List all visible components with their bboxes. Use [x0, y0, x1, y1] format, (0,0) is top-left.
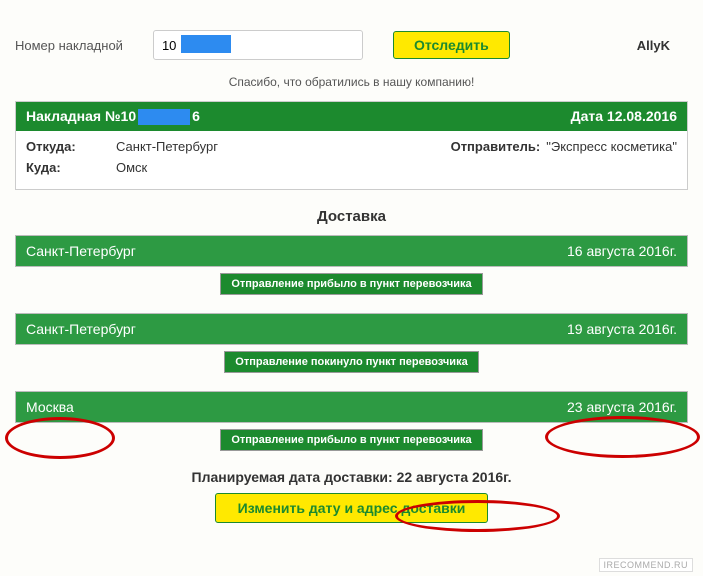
search-bar: Номер накладной Отследить: [15, 30, 688, 60]
user-watermark: AllyK: [637, 38, 670, 53]
delivery-section-title: Доставка: [15, 208, 688, 225]
track-date: 16 августа 2016г.: [567, 243, 677, 259]
track-city: Москва: [26, 399, 74, 415]
track-date: 19 августа 2016г.: [567, 321, 677, 337]
sender-value: "Экспресс косметика": [546, 139, 677, 154]
invoice-body: Откуда: Санкт-Петербург Отправитель: "Эк…: [16, 131, 687, 189]
search-label: Номер накладной: [15, 38, 123, 53]
status-badge: Отправление покинуло пункт перевозчика: [224, 351, 478, 373]
invoice-number-suffix: 6: [192, 108, 200, 124]
to-label: Куда:: [26, 160, 116, 175]
invoice-header: Накладная №10 6 Дата 12.08.2016: [16, 102, 687, 131]
invoice-date: Дата 12.08.2016: [571, 108, 677, 125]
track-event-bar: Санкт-Петербург 19 августа 2016г.: [15, 313, 688, 345]
track-status-row: Отправление прибыло в пункт перевозчика: [15, 429, 688, 451]
from-value: Санкт-Петербург: [116, 139, 451, 154]
track-city: Санкт-Петербург: [26, 321, 136, 337]
invoice-box: Накладная №10 6 Дата 12.08.2016 Откуда: С…: [15, 101, 688, 190]
status-badge: Отправление прибыло в пункт перевозчика: [220, 429, 482, 451]
invoice-number-prefix: Накладная №10: [26, 108, 136, 124]
sender-label: Отправитель:: [451, 139, 541, 154]
track-event-bar: Санкт-Петербург 16 августа 2016г.: [15, 235, 688, 267]
track-button[interactable]: Отследить: [393, 31, 510, 59]
thankyou-message: Спасибо, что обратились в нашу компанию!: [15, 75, 688, 89]
track-city: Санкт-Петербург: [26, 243, 136, 259]
track-status-row: Отправление покинуло пункт перевозчика: [15, 351, 688, 373]
track-status-row: Отправление прибыло в пункт перевозчика: [15, 273, 688, 295]
redaction-box: [138, 109, 190, 125]
change-delivery-button[interactable]: Изменить дату и адрес доставки: [215, 493, 489, 523]
planned-label: Планируемая дата доставки:: [192, 469, 393, 485]
to-value: Омск: [116, 160, 677, 175]
planned-value: 22 августа 2016г.: [393, 469, 512, 485]
from-label: Откуда:: [26, 139, 116, 154]
planned-delivery: Планируемая дата доставки: 22 августа 20…: [15, 469, 688, 485]
site-watermark: IRECOMMEND.RU: [599, 558, 694, 572]
redaction-box: [181, 35, 231, 53]
status-badge: Отправление прибыло в пункт перевозчика: [220, 273, 482, 295]
track-event-bar: Москва 23 августа 2016г.: [15, 391, 688, 423]
track-date: 23 августа 2016г.: [567, 399, 677, 415]
